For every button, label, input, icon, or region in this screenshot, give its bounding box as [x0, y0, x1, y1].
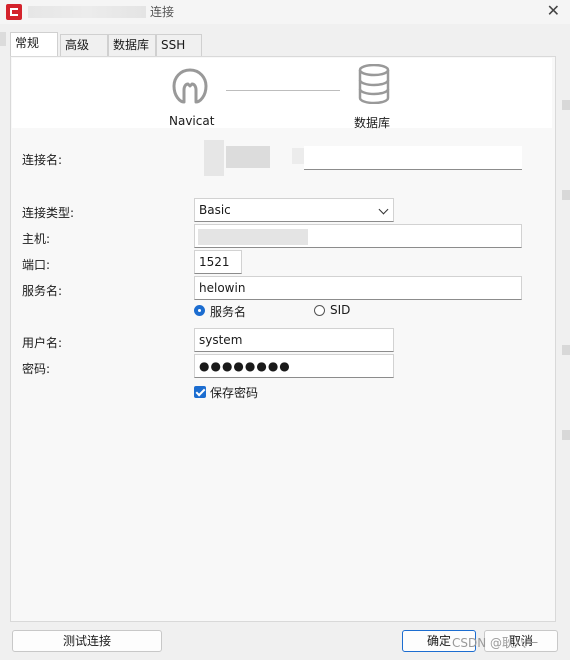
right-edge-fragment-2: [562, 190, 570, 200]
save-password-label: 保存密码: [210, 386, 259, 400]
service-name-radio[interactable]: [194, 305, 205, 316]
watermark: CSDN @耿八一: [452, 636, 539, 650]
connection-line: [226, 90, 340, 91]
connection-banner: [12, 58, 552, 128]
redacted-block: [226, 146, 270, 168]
redacted-block: [198, 229, 308, 245]
sid-radio-label: SID: [330, 303, 351, 317]
username-label: 用户名:: [22, 336, 63, 350]
tab-label: 常规: [15, 36, 40, 50]
service-name-label: 服务名:: [22, 284, 63, 298]
service-name-radio-label: 服务名: [210, 305, 247, 319]
connection-type-value: Basic: [199, 203, 231, 217]
tab-ssh[interactable]: SSH: [156, 34, 202, 56]
window-title: 连接: [150, 5, 175, 19]
username-input[interactable]: system: [194, 328, 394, 352]
redacted-block: [292, 148, 304, 164]
close-icon[interactable]: ✕: [547, 1, 560, 20]
app-icon: [6, 4, 22, 20]
tab-label: SSH: [161, 38, 186, 52]
database-icon: [358, 64, 390, 104]
connection-type-label: 连接类型:: [22, 206, 75, 220]
test-connection-button[interactable]: 测试连接: [12, 630, 162, 652]
host-label: 主机:: [22, 232, 51, 246]
right-edge-fragment-4: [562, 430, 570, 440]
password-input[interactable]: ●●●●●●●●: [194, 354, 394, 378]
blurred-title: [28, 6, 146, 18]
save-password-checkbox[interactable]: [194, 386, 206, 398]
left-edge-fragment: [0, 32, 6, 46]
tab-label: 数据库: [113, 38, 150, 52]
tab-general[interactable]: 常规: [10, 32, 58, 56]
port-label: 端口:: [22, 258, 51, 272]
server-label: 数据库: [354, 116, 391, 130]
client-label: Navicat: [169, 114, 215, 128]
redacted-block: [204, 140, 224, 176]
password-label: 密码:: [22, 362, 51, 376]
sid-radio[interactable]: [314, 305, 325, 316]
connection-name-label: 连接名:: [22, 153, 63, 167]
service-name-input[interactable]: helowin: [194, 276, 522, 300]
chevron-down-icon: [378, 204, 389, 215]
connection-type-select[interactable]: Basic: [194, 198, 394, 222]
tab-label: 高级: [65, 38, 90, 52]
navicat-logo-icon: [172, 68, 208, 104]
tab-database[interactable]: 数据库: [108, 34, 156, 56]
tab-advanced[interactable]: 高级: [60, 34, 108, 56]
port-input[interactable]: 1521: [194, 250, 242, 274]
connection-name-input[interactable]: [304, 146, 522, 170]
title-bar: 连接 ✕: [0, 0, 570, 24]
right-edge-fragment: [562, 100, 570, 110]
right-edge-fragment-3: [562, 345, 570, 355]
